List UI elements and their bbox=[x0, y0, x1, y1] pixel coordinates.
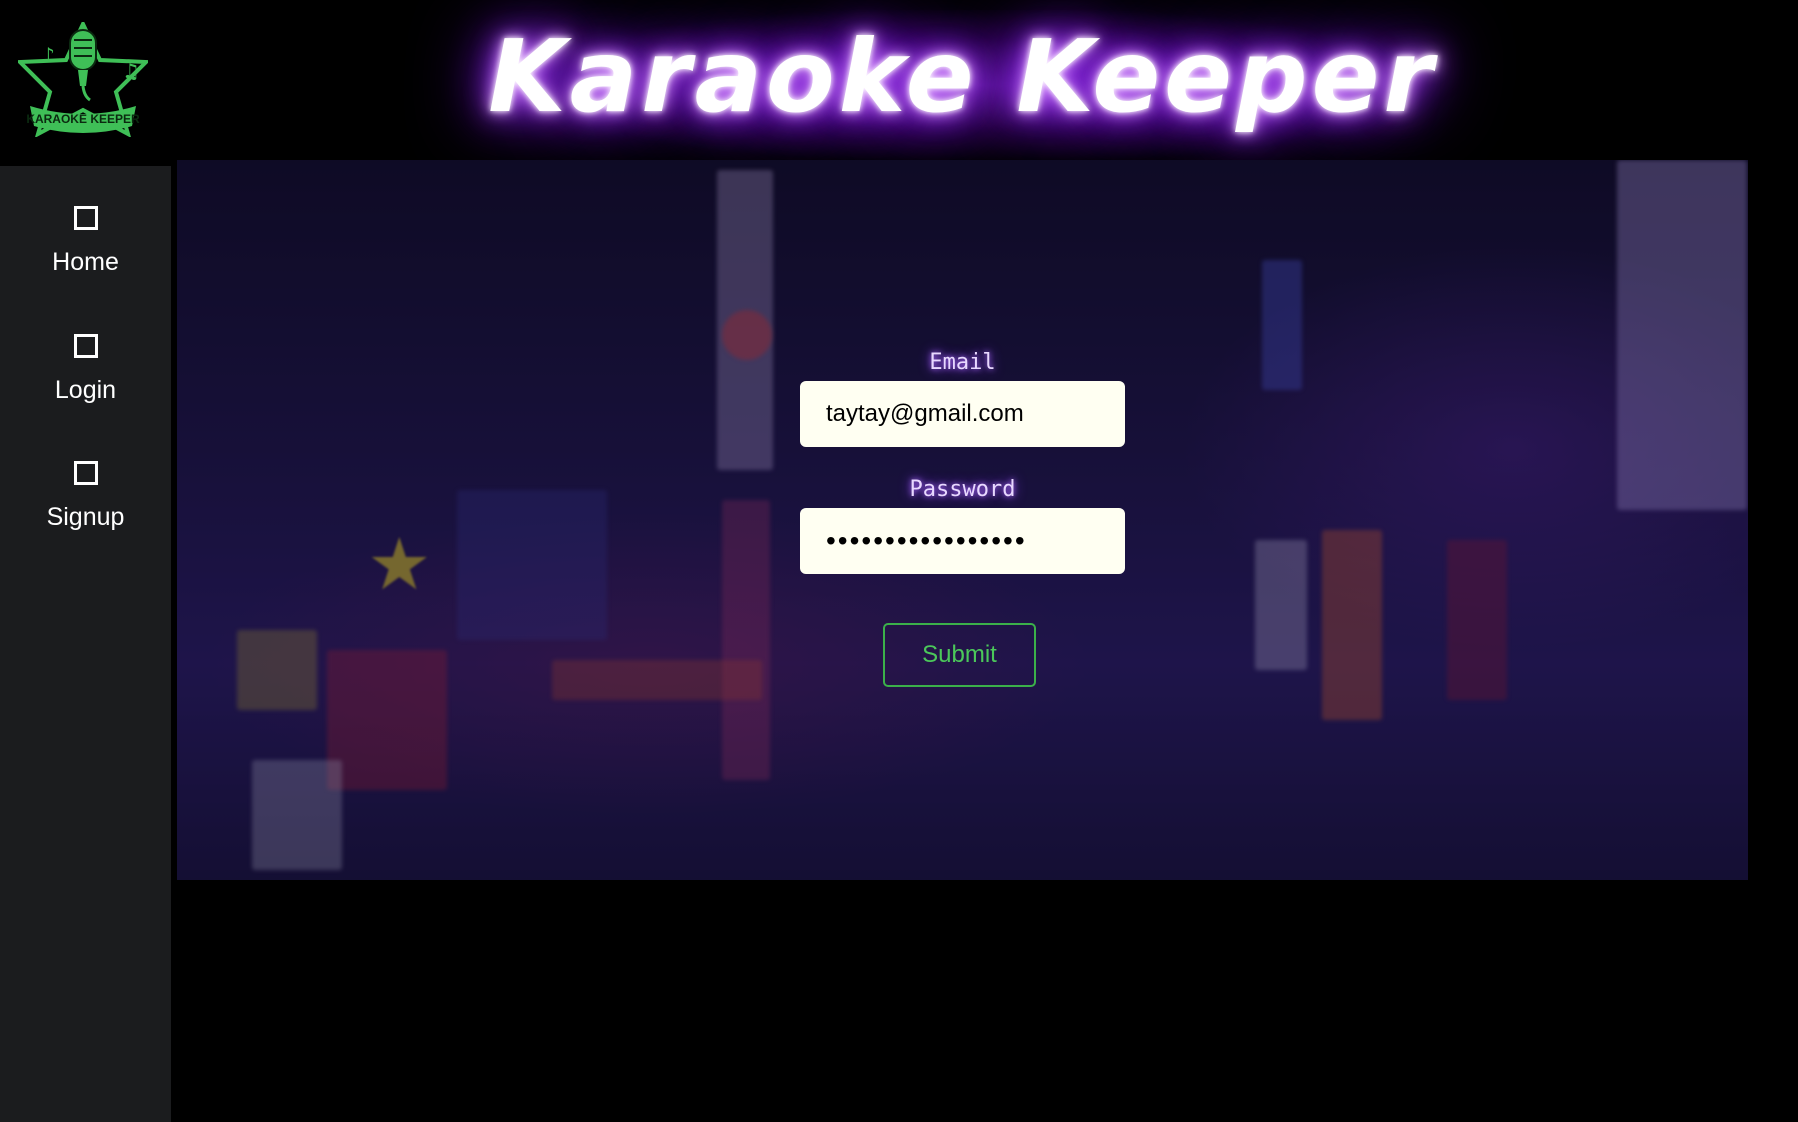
password-field[interactable] bbox=[800, 508, 1125, 574]
email-field[interactable] bbox=[800, 381, 1125, 447]
sidebar-item-signup[interactable]: Signup bbox=[0, 461, 171, 571]
header: ♪ ♫ KARAOKE KEEPER Karaoke Keeper bbox=[0, 0, 1798, 160]
submit-button[interactable]: Submit bbox=[883, 623, 1036, 687]
email-label: Email bbox=[929, 350, 996, 375]
square-icon bbox=[73, 206, 98, 230]
password-label: Password bbox=[909, 477, 1016, 502]
sidebar-item-label: Home bbox=[52, 248, 119, 276]
sidebar-item-label: Login bbox=[54, 376, 117, 404]
square-icon bbox=[73, 461, 98, 485]
login-form: Email Password Submit bbox=[800, 350, 1125, 687]
sidebar-item-home[interactable]: Home bbox=[0, 206, 171, 316]
sidebar-item-label: Signup bbox=[46, 503, 125, 531]
sidebar: Home Login Signup bbox=[0, 166, 171, 1122]
page-title: Karaoke Keeper bbox=[488, 18, 1437, 135]
sidebar-item-login[interactable]: Login bbox=[0, 334, 171, 444]
square-icon bbox=[73, 334, 98, 358]
